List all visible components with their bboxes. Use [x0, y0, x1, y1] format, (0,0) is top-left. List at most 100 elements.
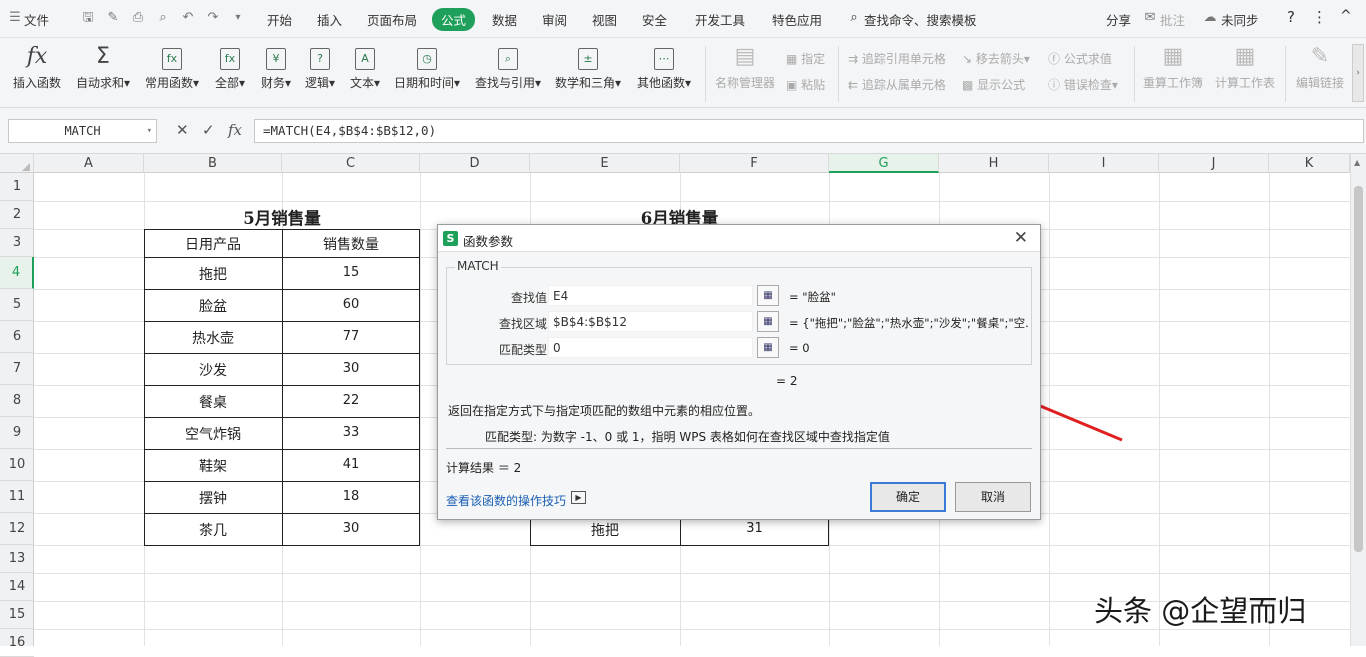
- cell-b4[interactable]: 拖把: [144, 264, 282, 284]
- row-header[interactable]: 7: [0, 353, 34, 385]
- edit-links-button[interactable]: ✎ 编辑链接: [1294, 44, 1346, 91]
- cell-b8[interactable]: 餐桌: [144, 392, 282, 412]
- collapse-range-icon[interactable]: ▦: [757, 285, 779, 306]
- other-functions-button[interactable]: ⋯ 其他函数▾: [635, 44, 693, 91]
- column-header-h[interactable]: H: [939, 154, 1049, 173]
- column-header-c[interactable]: C: [282, 154, 420, 173]
- tab-data[interactable]: 数据: [492, 10, 517, 29]
- lookup-button[interactable]: ⌕ 查找与引用▾: [474, 44, 542, 91]
- cancel-button[interactable]: 取消: [955, 482, 1031, 512]
- menu-file[interactable]: 文件: [24, 10, 49, 29]
- select-all-corner[interactable]: [0, 154, 34, 173]
- match-type-input[interactable]: 0: [548, 337, 753, 358]
- cell-c6[interactable]: 77: [282, 329, 420, 344]
- name-manager-button[interactable]: ▤ 名称管理器: [714, 44, 776, 91]
- text-button[interactable]: A 文本▾: [347, 44, 383, 91]
- row-header[interactable]: 3: [0, 229, 34, 257]
- cell-c9[interactable]: 33: [282, 425, 420, 440]
- cell-f12[interactable]: 31: [680, 521, 829, 536]
- column-header-a[interactable]: A: [34, 154, 144, 173]
- video-icon[interactable]: ▶: [571, 491, 586, 504]
- row-header[interactable]: 16: [0, 629, 34, 657]
- lookup-value-input[interactable]: E4: [548, 285, 753, 306]
- row-header[interactable]: 9: [0, 417, 34, 449]
- show-formulas-button[interactable]: ▩ 显示公式: [962, 76, 1025, 93]
- collapse-range-icon[interactable]: ▦: [757, 311, 779, 332]
- quick-access-dropdown-icon[interactable]: ▾: [231, 11, 245, 25]
- tab-insert[interactable]: 插入: [317, 10, 342, 29]
- autosum-button[interactable]: Σ 自动求和▾: [75, 44, 131, 91]
- evaluate-formula-button[interactable]: ⓕ 公式求值: [1048, 50, 1112, 67]
- cell-c10[interactable]: 41: [282, 457, 420, 472]
- row-header[interactable]: 13: [0, 545, 34, 573]
- tab-developer[interactable]: 开发工具: [695, 10, 745, 29]
- column-header-e[interactable]: E: [530, 154, 680, 173]
- may-sales-title[interactable]: 5月销售量: [144, 205, 420, 229]
- share-button[interactable]: 分享: [1106, 10, 1131, 29]
- column-header-i[interactable]: I: [1049, 154, 1159, 173]
- column-header-f[interactable]: F: [680, 154, 829, 173]
- cell-b3[interactable]: 日用产品: [144, 234, 282, 254]
- column-header-g[interactable]: G: [829, 154, 939, 173]
- insert-function-button[interactable]: fx 插入函数: [12, 44, 62, 91]
- confirm-check-icon[interactable]: ✓: [202, 121, 215, 139]
- column-header-b[interactable]: B: [144, 154, 282, 173]
- cell-c12[interactable]: 30: [282, 521, 420, 536]
- define-button[interactable]: ▦ 指定: [786, 50, 825, 67]
- cell-c3[interactable]: 销售数量: [282, 234, 420, 254]
- row-header[interactable]: 10: [0, 449, 34, 481]
- cancel-icon[interactable]: ✕: [176, 121, 189, 139]
- redo-icon[interactable]: ↷: [206, 11, 220, 25]
- cell-e12[interactable]: 拖把: [530, 520, 680, 540]
- cell-b7[interactable]: 沙发: [144, 360, 282, 380]
- formula-input[interactable]: =MATCH(E4,$B$4:$B$12,0): [254, 119, 1364, 143]
- collapse-ribbon-icon[interactable]: ^: [1340, 8, 1352, 24]
- ribbon-scroll-right[interactable]: ›: [1352, 44, 1364, 102]
- scroll-up-icon[interactable]: ▲: [1354, 158, 1360, 167]
- row-header[interactable]: 15: [0, 601, 34, 629]
- print-icon[interactable]: ⎙: [131, 11, 145, 25]
- cell-c4[interactable]: 15: [282, 265, 420, 280]
- tab-security[interactable]: 安全: [642, 10, 667, 29]
- row-header[interactable]: 14: [0, 573, 34, 601]
- cell-c5[interactable]: 60: [282, 297, 420, 312]
- annotate-button[interactable]: 批注: [1160, 10, 1185, 29]
- cell-c11[interactable]: 18: [282, 489, 420, 504]
- cell-c8[interactable]: 22: [282, 393, 420, 408]
- finance-button[interactable]: ¥ 财务▾: [258, 44, 294, 91]
- insert-function-fx-icon[interactable]: fx: [228, 121, 242, 139]
- row-header[interactable]: 5: [0, 289, 34, 321]
- save-icon[interactable]: 🖫: [81, 11, 95, 25]
- column-header-d[interactable]: D: [420, 154, 530, 173]
- tab-review[interactable]: 审阅: [542, 10, 567, 29]
- ok-button[interactable]: 确定: [870, 482, 946, 512]
- tab-home[interactable]: 开始: [267, 10, 292, 29]
- scrollbar-thumb[interactable]: [1354, 186, 1363, 552]
- dialog-titlebar[interactable]: S 函数参数 ✕: [438, 225, 1040, 252]
- tab-view[interactable]: 视图: [592, 10, 617, 29]
- cell-b6[interactable]: 热水壶: [144, 328, 282, 348]
- row-header[interactable]: 1: [0, 173, 34, 201]
- remove-arrows-button[interactable]: ↘ 移去箭头▾: [962, 50, 1030, 67]
- datetime-button[interactable]: ◷ 日期和时间▾: [393, 44, 461, 91]
- collapse-range-icon[interactable]: ▦: [757, 337, 779, 358]
- tab-special[interactable]: 特色应用: [772, 10, 822, 29]
- error-check-button[interactable]: ⓘ 错误检查▾: [1048, 76, 1118, 93]
- math-button[interactable]: ± 数学和三角▾: [554, 44, 622, 91]
- format-painter-icon[interactable]: ✎: [106, 11, 120, 25]
- sync-button[interactable]: 未同步: [1221, 10, 1259, 29]
- command-search[interactable]: 查找命令、搜索模板: [864, 10, 977, 29]
- trace-dependents-button[interactable]: ⇇ 追踪从属单元格: [848, 76, 946, 93]
- column-header-k[interactable]: K: [1269, 154, 1350, 173]
- help-button[interactable]: ?: [1287, 8, 1295, 26]
- calc-sheet-button[interactable]: ▦ 计算工作表: [1214, 44, 1276, 91]
- close-icon[interactable]: ✕: [1014, 228, 1028, 248]
- vertical-scrollbar[interactable]: ▲: [1350, 154, 1366, 646]
- row-header[interactable]: 6: [0, 321, 34, 353]
- cell-b12[interactable]: 茶几: [144, 520, 282, 540]
- all-functions-button[interactable]: fx 全部▾: [212, 44, 248, 91]
- logic-button[interactable]: ? 逻辑▾: [302, 44, 338, 91]
- paste-name-button[interactable]: ▣ 粘贴: [786, 76, 825, 93]
- tab-formulas[interactable]: 公式: [432, 8, 476, 31]
- cell-b11[interactable]: 摆钟: [144, 488, 282, 508]
